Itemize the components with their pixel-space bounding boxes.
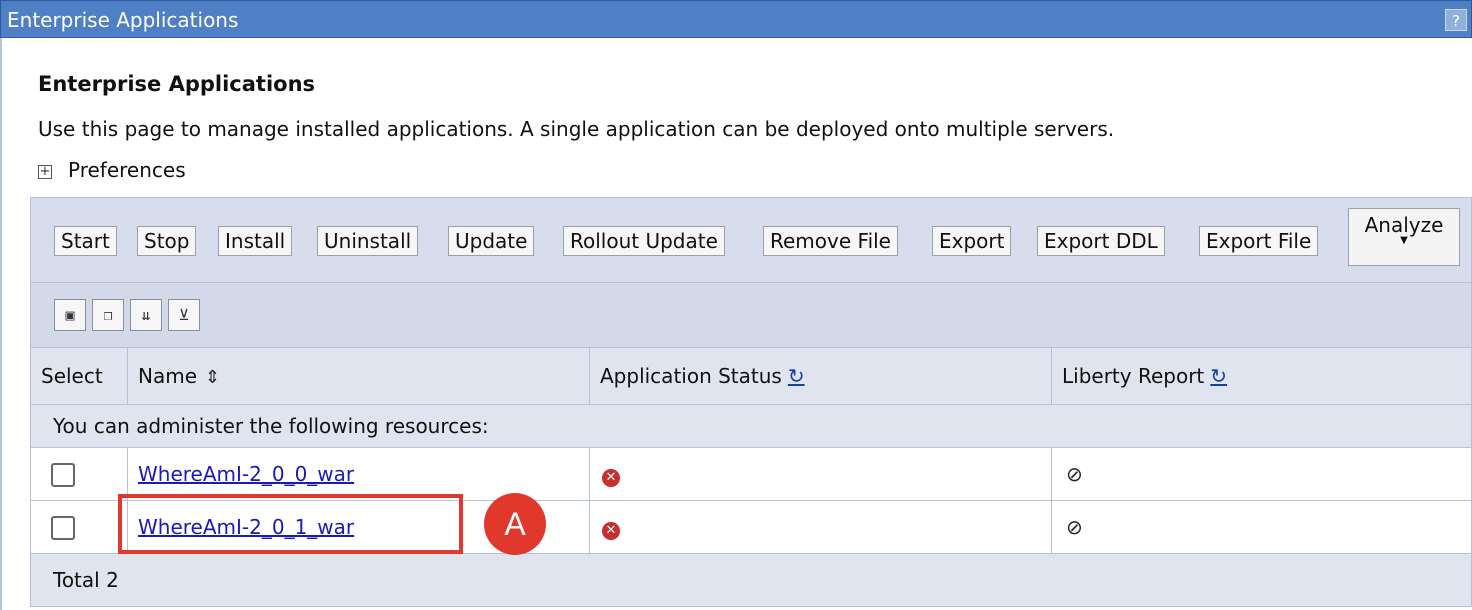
table-header: Select Name ⇕ Application Status ↻ Liberty… — [30, 347, 1472, 405]
status-cell: ✕ — [589, 500, 1052, 554]
row-checkbox[interactable] — [51, 462, 75, 487]
preferences-toggle[interactable]: + Preferences — [38, 158, 186, 182]
install-button[interactable]: Install — [218, 226, 293, 256]
window-title: Enterprise Applications — [7, 8, 239, 32]
stop-button[interactable]: Stop — [137, 226, 197, 256]
table-row: WhereAmI-2_0_0_war ✕ ⊘ — [30, 447, 1472, 501]
analyze-label: Analyze — [1364, 213, 1444, 237]
export-button[interactable]: Export — [932, 226, 1012, 256]
remove-file-button[interactable]: Remove File — [763, 226, 898, 256]
report-cell: ⊘ — [1051, 500, 1472, 554]
annotation-highlight-box — [118, 494, 463, 554]
sort-icon[interactable]: ⇕ — [205, 367, 220, 388]
deselect-all-icon[interactable]: ❐ — [92, 299, 124, 331]
not-available-icon: ⊘ — [1066, 462, 1083, 486]
column-status-label: Application Status — [600, 364, 782, 388]
column-application-status: Application Status ↻ — [589, 347, 1052, 405]
stopped-red-x-icon: ✕ — [602, 468, 620, 487]
status-cell: ✕ — [589, 447, 1052, 501]
row-checkbox[interactable] — [51, 515, 75, 540]
page-description: Use this page to manage installed applic… — [38, 117, 1115, 141]
annotation-badge: A — [484, 493, 546, 555]
expand-filter-icon[interactable]: ⇊ — [130, 299, 162, 331]
page-title: Enterprise Applications — [38, 72, 316, 96]
window-titlebar: Enterprise Applications ? — [0, 0, 1472, 38]
update-button[interactable]: Update — [448, 226, 535, 256]
report-cell: ⊘ — [1051, 447, 1472, 501]
total-row: Total 2 — [30, 553, 1472, 607]
refresh-icon[interactable]: ↻ — [788, 364, 805, 388]
application-link[interactable]: WhereAmI-2_0_0_war — [138, 462, 354, 486]
export-file-button[interactable]: Export File — [1199, 226, 1319, 256]
column-select: Select — [30, 347, 128, 405]
chevron-down-icon: ▼ — [1400, 235, 1408, 246]
action-toolbar: Start Stop Install Uninstall Update Roll… — [30, 197, 1472, 283]
rollout-update-button[interactable]: Rollout Update — [563, 226, 725, 256]
start-button[interactable]: Start — [54, 226, 117, 256]
column-liberty-label: Liberty Report — [1062, 364, 1205, 388]
info-text: You can administer the following resourc… — [30, 404, 1472, 448]
not-available-icon: ⊘ — [1066, 515, 1083, 539]
filter-icon[interactable]: ⊻ — [168, 299, 200, 331]
applications-table: Select Name ⇕ Application Status ↻ Liberty… — [30, 347, 1472, 607]
export-ddl-button[interactable]: Export DDL — [1037, 226, 1165, 256]
column-name[interactable]: Name ⇕ — [127, 347, 590, 405]
refresh-icon[interactable]: ↻ — [1210, 364, 1227, 388]
stopped-red-x-icon: ✕ — [602, 521, 620, 540]
preferences-label[interactable]: Preferences — [68, 158, 186, 182]
analyze-dropdown-button[interactable]: Analyze ▼ — [1348, 208, 1460, 266]
select-cell — [30, 500, 128, 554]
total-text: Total 2 — [30, 553, 1472, 607]
left-border — [0, 38, 2, 610]
select-all-icon[interactable]: ▣ — [54, 299, 86, 331]
column-name-label[interactable]: Name — [138, 364, 197, 388]
column-liberty-report: Liberty Report ↻ — [1051, 347, 1472, 405]
expand-plus-icon[interactable]: + — [38, 165, 52, 179]
info-row: You can administer the following resourc… — [30, 404, 1472, 448]
help-icon[interactable]: ? — [1445, 9, 1467, 31]
table-icon-toolbar: ▣ ❐ ⇊ ⊻ — [30, 283, 1472, 347]
uninstall-button[interactable]: Uninstall — [317, 226, 419, 256]
select-cell — [30, 447, 128, 501]
